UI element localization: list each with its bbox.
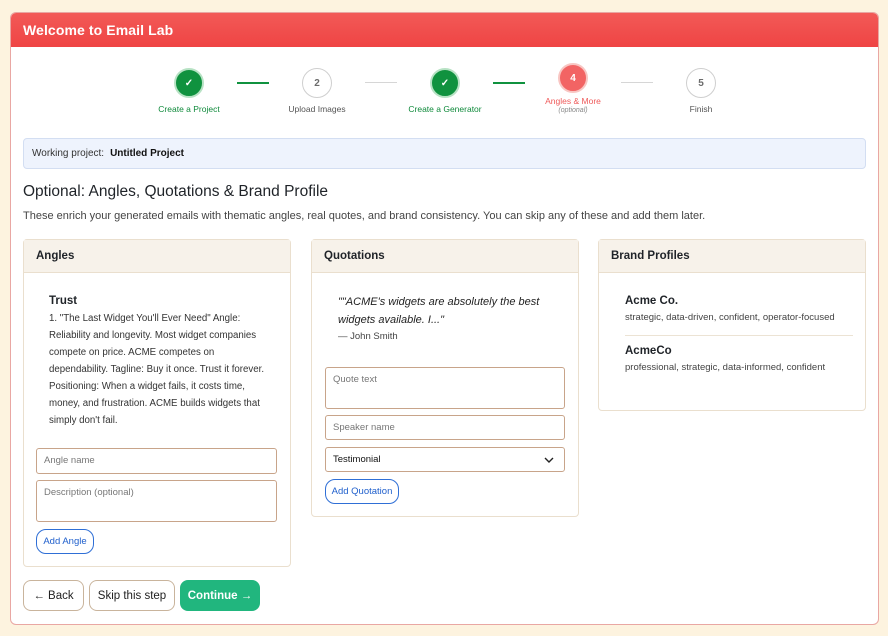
step-upload-images[interactable]: 2 Upload Images xyxy=(247,65,387,114)
quote-type-value: Testimonial xyxy=(333,454,381,465)
quote-text-input[interactable]: Quote text xyxy=(325,367,565,409)
quotations-panel: Quotations ""ACME's widgets are absolute… xyxy=(311,239,579,517)
check-icon: ✓ xyxy=(430,68,460,98)
wizard-card: Welcome to Email Lab ✓ Create a Project … xyxy=(10,12,879,625)
continue-button[interactable]: Continue → xyxy=(180,580,260,611)
brand-description: professional, strategic, data-informed, … xyxy=(625,362,826,373)
step-angles-more[interactable]: 4 Angles & More (optional) xyxy=(503,63,643,114)
step-label: Create a Generator xyxy=(408,104,482,114)
step-number: 4 xyxy=(558,63,588,93)
step-label: Finish xyxy=(689,104,713,114)
brand-profile-item: Acme Co. strategic, data-driven, confide… xyxy=(599,295,865,323)
step-label: Angles & More xyxy=(545,96,601,106)
step-number: 5 xyxy=(686,68,716,98)
brand-name: AcmeCo xyxy=(625,345,672,357)
card-header: Welcome to Email Lab xyxy=(11,13,878,47)
quote-type-select[interactable]: Testimonial xyxy=(325,447,565,472)
quote-author: — John Smith xyxy=(338,331,398,342)
page-title: Optional: Angles, Quotations & Brand Pro… xyxy=(23,183,329,200)
brand-divider xyxy=(625,335,853,336)
brand-profile-item: AcmeCo professional, strategic, data-inf… xyxy=(599,345,865,373)
angle-title: Trust xyxy=(49,295,78,307)
add-angle-button[interactable]: Add Angle xyxy=(36,529,94,554)
quote-item: ""ACME's widgets are absolutely the best… xyxy=(312,273,578,342)
angle-item: Trust 1. "The Last Widget You'll Ever Ne… xyxy=(24,273,290,429)
quote-text: ""ACME's widgets are absolutely the best… xyxy=(338,296,540,326)
step-finish[interactable]: 5 Finish xyxy=(631,65,771,114)
angles-panel: Angles Trust 1. "The Last Widget You'll … xyxy=(23,239,291,567)
step-create-generator[interactable]: ✓ Create a Generator xyxy=(375,65,515,114)
angle-description: 1. "The Last Widget You'll Ever Need" An… xyxy=(49,313,265,426)
step-label: Create a Project xyxy=(158,104,220,114)
brand-profiles-panel: Brand Profiles Acme Co. strategic, data-… xyxy=(598,239,866,411)
step-number: 2 xyxy=(302,68,332,98)
angle-name-input[interactable]: Angle name xyxy=(36,448,277,474)
brand-name: Acme Co. xyxy=(625,295,679,307)
check-icon: ✓ xyxy=(174,68,204,98)
step-create-project[interactable]: ✓ Create a Project xyxy=(119,65,259,114)
skip-step-button[interactable]: Skip this step xyxy=(89,580,175,611)
brand-description: strategic, data-driven, confident, opera… xyxy=(625,312,835,323)
angles-heading: Angles xyxy=(24,240,290,273)
step-label: Upload Images xyxy=(288,104,346,114)
working-project-name: Untitled Project xyxy=(110,148,184,159)
step-sublabel: (optional) xyxy=(558,107,588,114)
page-description: These enrich your generated emails with … xyxy=(23,210,706,222)
working-project-label: Working project: xyxy=(32,148,105,159)
header-title: Welcome to Email Lab xyxy=(23,22,174,38)
quotations-heading: Quotations xyxy=(312,240,578,273)
working-project-bar: Working project: Untitled Project xyxy=(23,138,866,169)
brand-profiles-heading: Brand Profiles xyxy=(599,240,865,273)
add-quotation-button[interactable]: Add Quotation xyxy=(325,479,399,504)
angle-description-input[interactable]: Description (optional) xyxy=(36,480,277,522)
speaker-name-input[interactable]: Speaker name xyxy=(325,415,565,440)
stepper: ✓ Create a Project 2 Upload Images ✓ Cre… xyxy=(11,63,878,131)
chevron-down-icon xyxy=(544,457,554,463)
back-button[interactable]: ← Back xyxy=(23,580,84,611)
